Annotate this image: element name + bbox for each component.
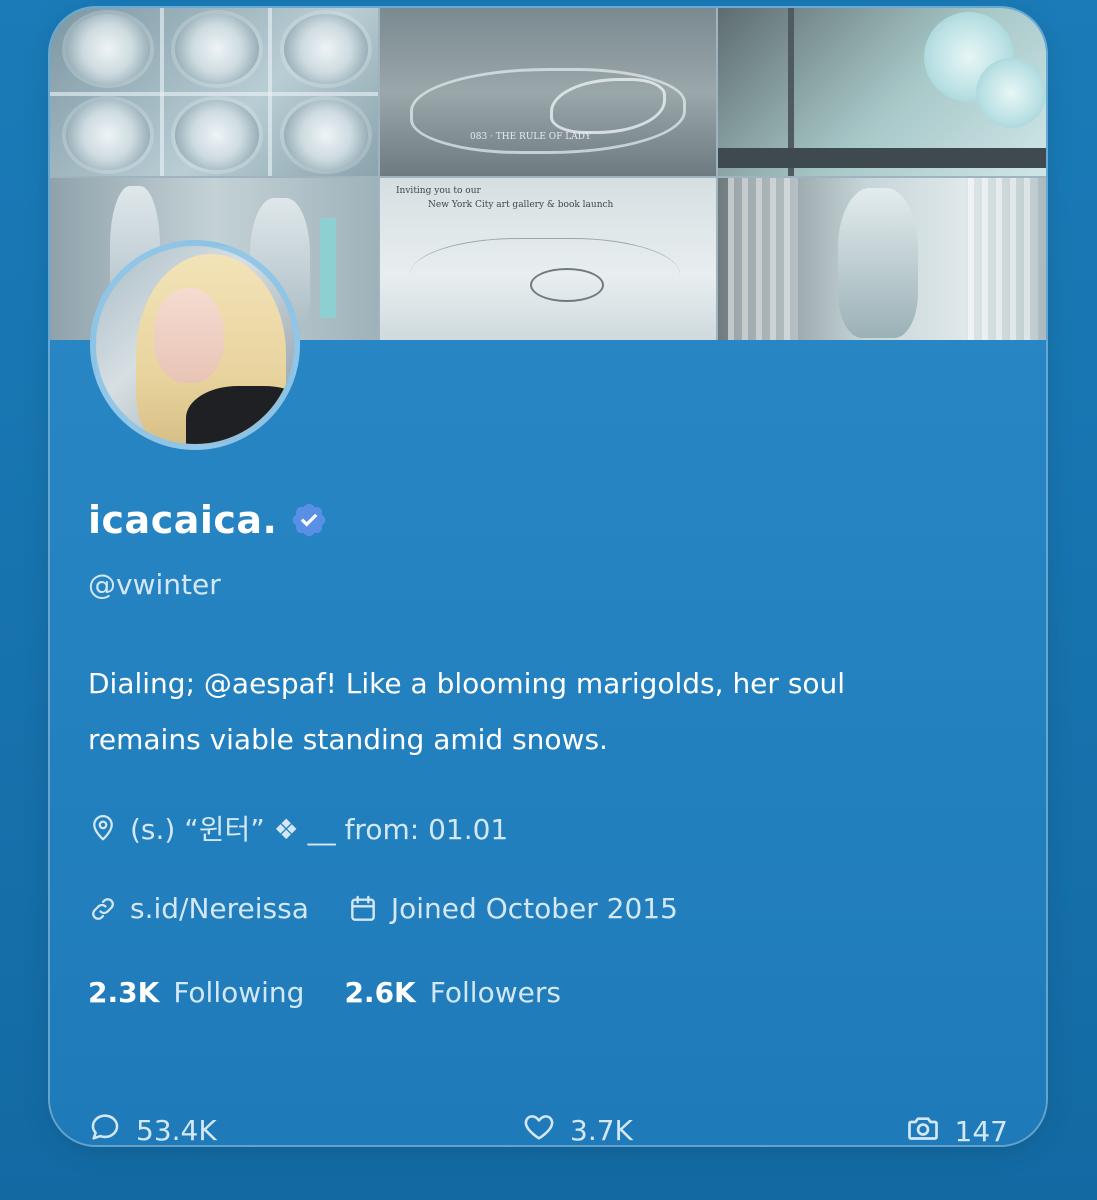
banner-tile-petri-dishes bbox=[50, 8, 378, 176]
bio-line-2: remains viable standing amid snows. bbox=[88, 723, 608, 756]
banner-tile-sketch-invitation: Inviting you to our New York City art ga… bbox=[380, 178, 716, 340]
banner-tile-flower-window bbox=[718, 8, 1046, 176]
location-text: (s.) “윈터” ❖ __ from: 01.01 bbox=[130, 813, 509, 846]
bio-line-1: Dialing; @aespaf! Like a blooming marigo… bbox=[88, 667, 846, 700]
followers-count: 2.6K bbox=[344, 976, 416, 1009]
banner-text-1: 083 · THE RULE OF LADY bbox=[470, 132, 591, 142]
banner-tile-engraved-sign: 083 · THE RULE OF LADY bbox=[380, 8, 716, 176]
joined-date: Joined October 2015 bbox=[390, 892, 678, 925]
like-button[interactable]: 3.7K bbox=[522, 1110, 633, 1145]
display-name: icacaica. bbox=[88, 498, 278, 542]
link-row: s.id/Nereissa Joined October 2015 bbox=[88, 892, 678, 925]
banner-tile-curtain-window bbox=[718, 178, 1046, 340]
followers-stat[interactable]: 2.6K Followers bbox=[344, 976, 560, 1009]
verified-badge-icon bbox=[290, 501, 328, 539]
website-link[interactable]: s.id/Nereissa bbox=[130, 892, 309, 925]
reply-count: 53.4K bbox=[136, 1114, 217, 1145]
heart-icon bbox=[522, 1110, 556, 1145]
profile-avatar[interactable] bbox=[90, 240, 300, 450]
location-row: (s.) “윈터” ❖ __ from: 01.01 bbox=[88, 808, 508, 848]
calendar-icon bbox=[347, 893, 379, 925]
banner-text-3: New York City art gallery & book launch bbox=[428, 200, 614, 210]
camera-icon bbox=[905, 1110, 941, 1145]
link-icon bbox=[88, 894, 118, 924]
like-count: 3.7K bbox=[570, 1114, 633, 1145]
following-count: 2.3K bbox=[88, 976, 160, 1009]
following-stat[interactable]: 2.3K Following bbox=[88, 976, 304, 1009]
location-pin-icon bbox=[88, 813, 118, 843]
profile-handle: @vwinter bbox=[88, 568, 221, 601]
profile-bio: Dialing; @aespaf! Like a blooming marigo… bbox=[88, 656, 988, 768]
media-button[interactable]: 147 bbox=[905, 1110, 1008, 1145]
reply-icon bbox=[88, 1110, 122, 1145]
follow-stats: 2.3K Following 2.6K Followers bbox=[88, 976, 561, 1009]
profile-card: 083 · THE RULE OF LADY Inviting you to o… bbox=[50, 8, 1046, 1145]
followers-label: Followers bbox=[429, 976, 561, 1009]
following-label: Following bbox=[173, 976, 305, 1009]
action-bar: 53.4K 3.7K 147 bbox=[88, 1110, 1008, 1145]
name-row: icacaica. bbox=[88, 498, 328, 542]
reply-button[interactable]: 53.4K bbox=[88, 1110, 217, 1145]
banner-text-2: Inviting you to our bbox=[396, 186, 481, 196]
media-count: 147 bbox=[954, 1115, 1008, 1145]
